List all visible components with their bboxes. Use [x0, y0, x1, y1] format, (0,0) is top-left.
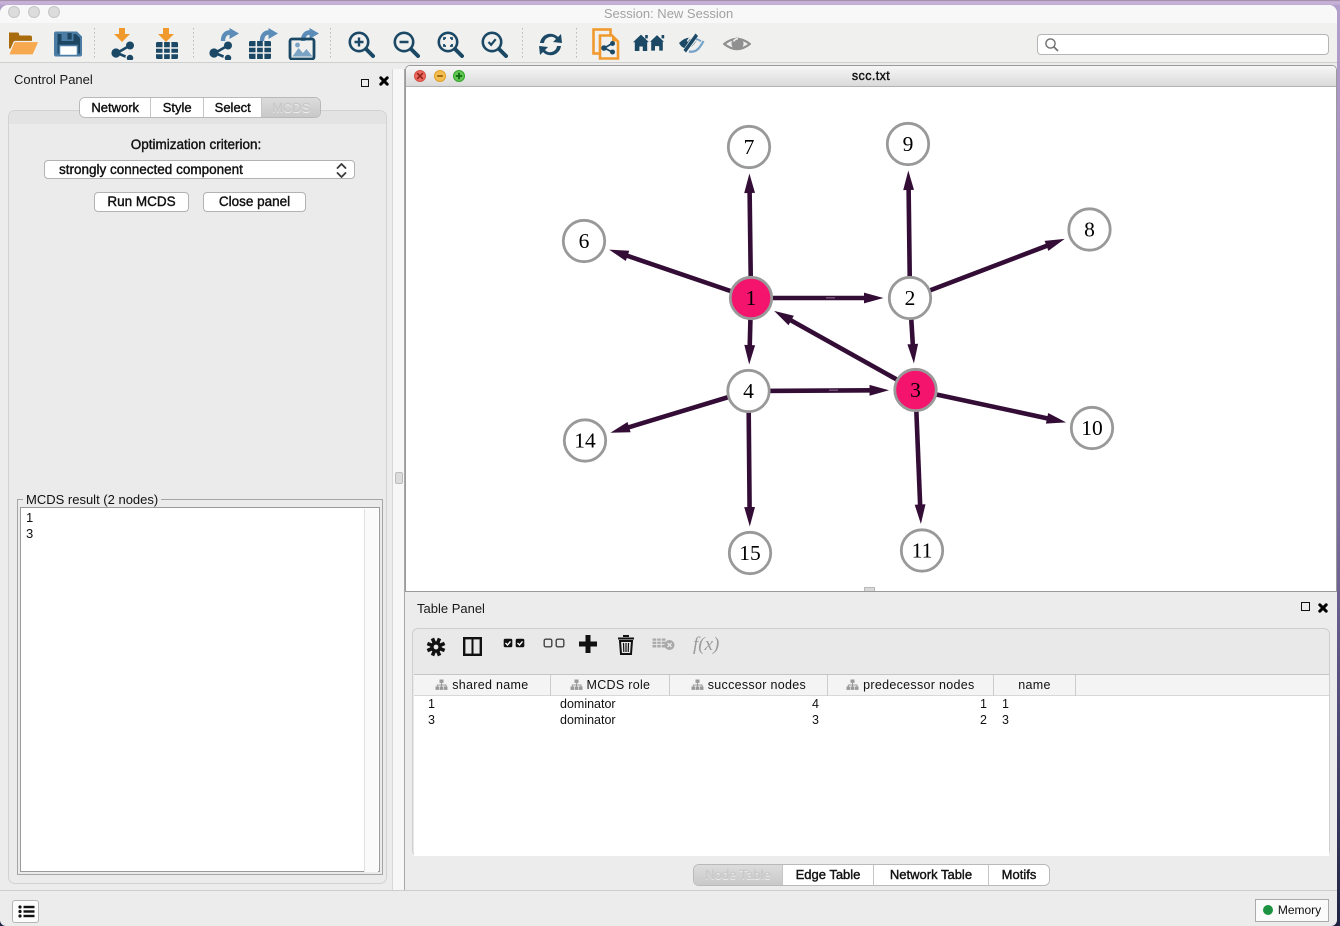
- svg-text:2: 2: [905, 286, 916, 310]
- svg-text:11: 11: [912, 539, 933, 563]
- svg-text:3: 3: [910, 378, 921, 402]
- svg-text:7: 7: [744, 135, 755, 159]
- svg-text:10: 10: [1081, 416, 1103, 440]
- svg-text:4: 4: [743, 379, 754, 403]
- svg-text:9: 9: [903, 132, 914, 156]
- svg-text:8: 8: [1084, 218, 1095, 242]
- svg-text:14: 14: [574, 429, 596, 453]
- svg-text:1: 1: [746, 286, 757, 310]
- svg-text:15: 15: [739, 541, 761, 565]
- svg-text:6: 6: [579, 229, 590, 253]
